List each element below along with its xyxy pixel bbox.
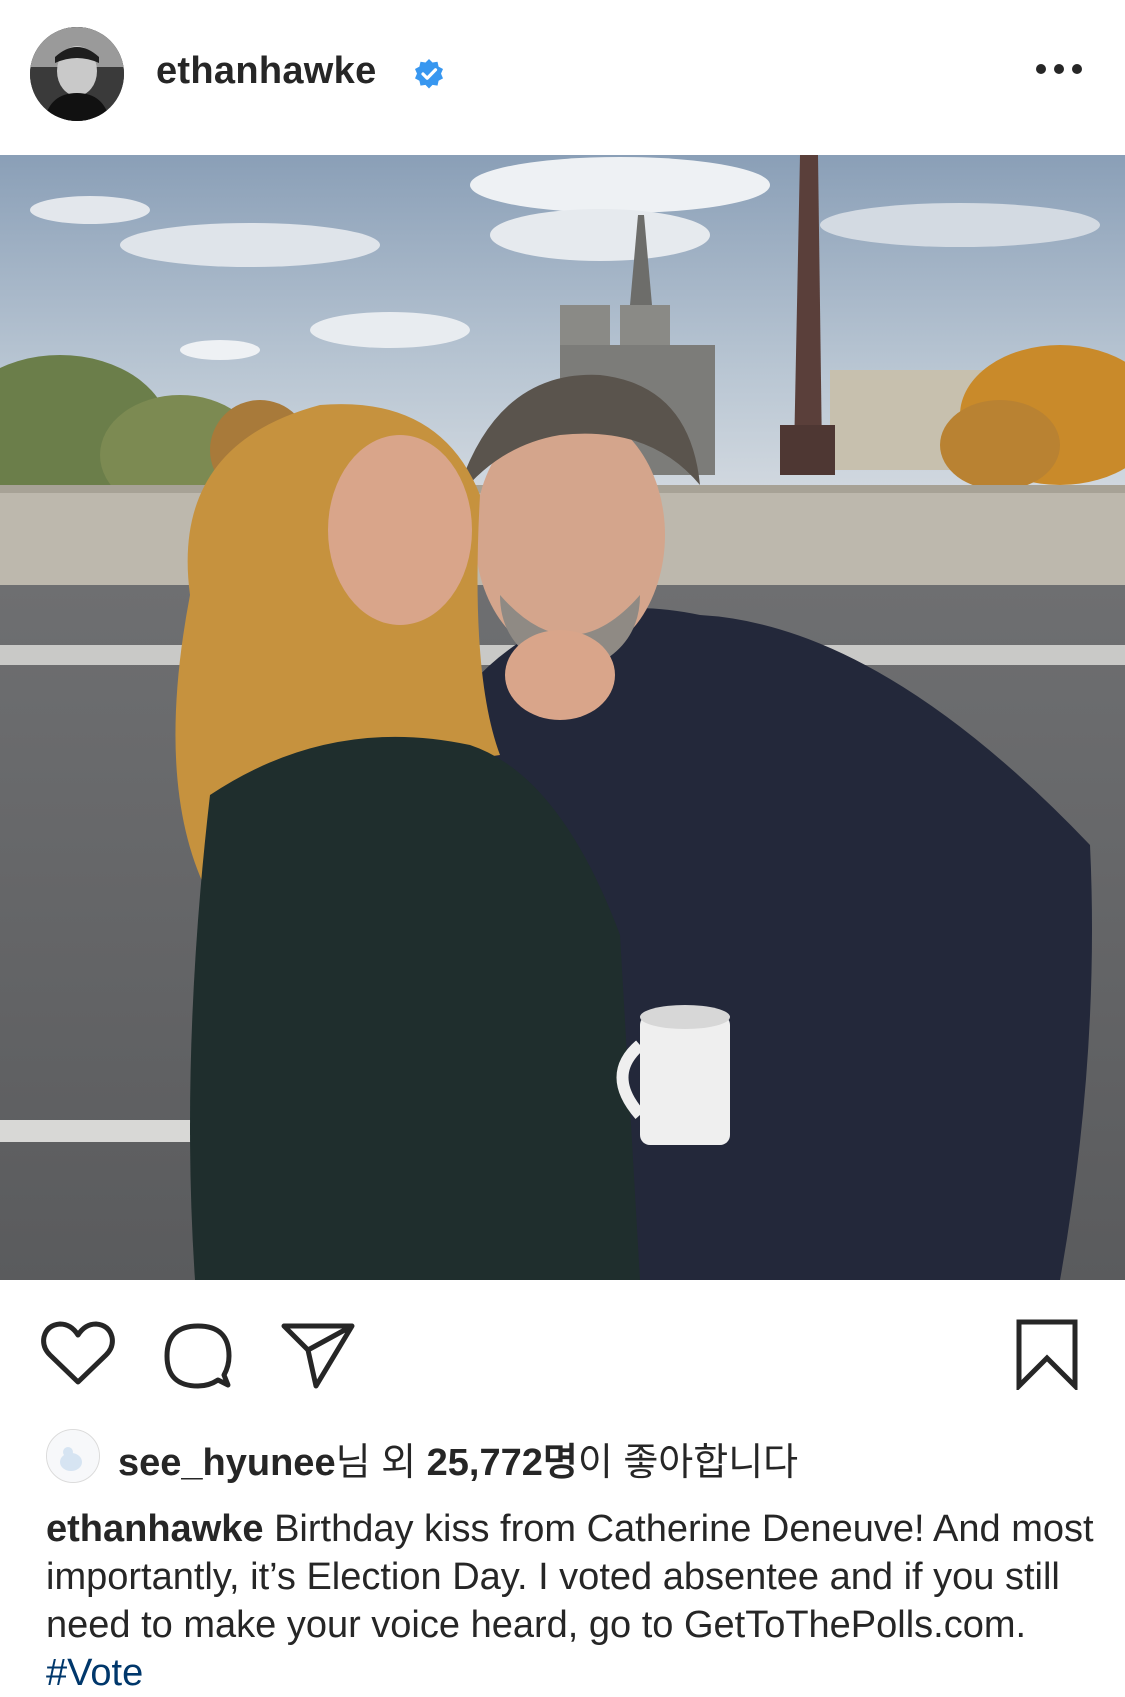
verified-badge-icon bbox=[415, 59, 443, 89]
bookmark-icon[interactable] bbox=[1015, 1318, 1079, 1390]
liker-avatar[interactable] bbox=[46, 1429, 100, 1483]
liker-avatar-image bbox=[47, 1430, 99, 1482]
more-options-icon[interactable] bbox=[1036, 64, 1082, 78]
post-caption: ethanhawke Birthday kiss from Catherine … bbox=[46, 1505, 1096, 1697]
post-photo bbox=[0, 155, 1125, 1280]
likes-text: see_hyunee님 외 25,772명이 좋아합니다 bbox=[118, 1431, 798, 1486]
comment-bubble-icon[interactable] bbox=[162, 1321, 234, 1391]
caption-username[interactable]: ethanhawke bbox=[46, 1508, 264, 1550]
post-username[interactable]: ethanhawke bbox=[156, 50, 377, 93]
caption-hashtag[interactable]: #Vote bbox=[46, 1652, 143, 1694]
profile-avatar[interactable] bbox=[30, 27, 124, 121]
likes-suffix: 이 좋아합니다 bbox=[577, 1442, 799, 1484]
liker-username[interactable]: see_hyunee bbox=[118, 1442, 336, 1484]
paper-plane-icon[interactable] bbox=[280, 1322, 356, 1390]
profile-photo bbox=[30, 27, 124, 121]
post-image[interactable] bbox=[0, 155, 1125, 1280]
heart-icon[interactable] bbox=[40, 1320, 116, 1388]
likes-count[interactable]: 25,772명 bbox=[427, 1442, 578, 1484]
post-header: ethanhawke bbox=[0, 0, 1125, 155]
likes-middle: 님 외 bbox=[335, 1442, 427, 1484]
